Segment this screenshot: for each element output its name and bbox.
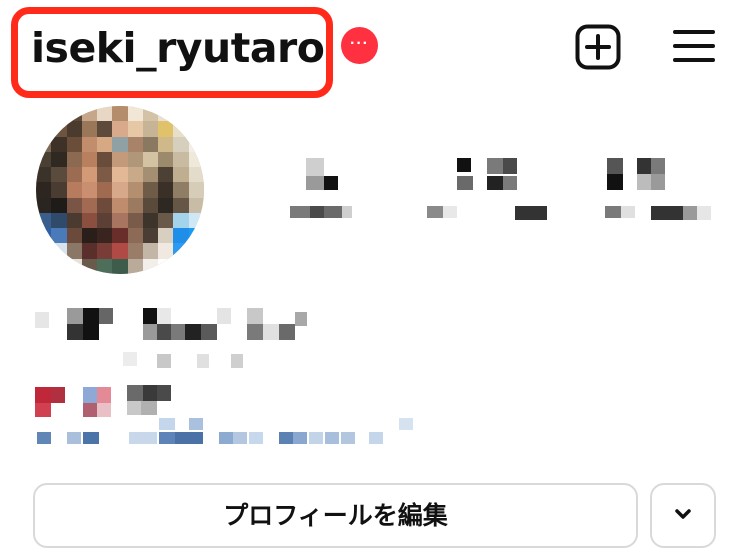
edit-profile-button[interactable]: プロフィールを編集 xyxy=(33,483,638,548)
bio-text xyxy=(35,383,185,417)
stat-followers-count xyxy=(503,158,517,174)
bio-pixel xyxy=(279,324,295,340)
hamburger-menu-icon xyxy=(673,30,715,62)
stat-followers-count xyxy=(487,176,503,190)
bio-pixel xyxy=(157,354,171,368)
stat-posts-count xyxy=(306,158,324,176)
stat-following-label xyxy=(621,206,635,218)
profile-display-name xyxy=(35,308,315,346)
bio-pixel xyxy=(67,324,83,340)
bio-pixel xyxy=(35,387,51,403)
profile-link[interactable] xyxy=(35,418,425,448)
bio-pixel xyxy=(35,403,51,417)
bio-pixel xyxy=(83,324,99,340)
chevron-down-icon xyxy=(675,509,691,519)
link-pixel xyxy=(129,432,157,444)
bio-pixel xyxy=(263,324,279,340)
link-pixel xyxy=(189,418,203,430)
menu-button[interactable] xyxy=(673,26,715,66)
stat-posts-label xyxy=(342,206,352,218)
stat-followers-label xyxy=(443,206,457,218)
stat-posts-count xyxy=(324,176,338,190)
stat-followers-label xyxy=(515,206,547,220)
stat-following-count xyxy=(637,158,651,174)
notification-dots: ··· xyxy=(350,35,369,52)
bio-pixel xyxy=(97,387,111,403)
stat-following-count xyxy=(607,158,623,174)
plus-square-icon xyxy=(575,24,621,70)
bio-pixel xyxy=(123,352,137,366)
link-pixel xyxy=(175,432,203,444)
bio-pixel xyxy=(157,385,171,401)
link-pixel xyxy=(309,432,323,444)
stat-followers-count xyxy=(503,176,517,190)
bio-pixel xyxy=(143,385,157,401)
stat-posts-label xyxy=(290,206,310,218)
stat-followers-count xyxy=(457,158,471,172)
stat-following-label xyxy=(697,206,711,220)
bio-pixel xyxy=(185,324,201,340)
bio-pixel xyxy=(197,354,209,368)
stat-posts-count xyxy=(306,176,324,190)
stat-following-count xyxy=(637,174,651,190)
bio-pixel xyxy=(143,308,157,324)
stat-followers-count xyxy=(487,158,503,174)
stat-following[interactable] xyxy=(605,158,715,223)
stat-posts[interactable] xyxy=(290,158,360,223)
bio-category xyxy=(35,350,295,372)
bio-pixel xyxy=(83,308,99,324)
bio-pixel xyxy=(141,401,157,415)
bio-pixel xyxy=(157,308,171,324)
bio-pixel xyxy=(67,308,83,324)
bio-pixel xyxy=(99,308,113,324)
link-pixel xyxy=(249,432,263,444)
bio-pixel xyxy=(97,403,111,417)
link-pixel xyxy=(279,432,293,444)
stat-following-count xyxy=(607,174,623,190)
link-pixel xyxy=(37,432,51,444)
profile-username[interactable]: iseki_ryutaro xyxy=(31,18,325,78)
stat-following-count xyxy=(651,158,665,174)
link-pixel xyxy=(233,432,247,444)
bio-pixel xyxy=(247,324,263,340)
bio-pixel xyxy=(217,308,231,324)
stat-following-label xyxy=(605,206,621,218)
link-pixel xyxy=(341,432,355,444)
bio-pixel xyxy=(231,354,243,368)
bio-pixel xyxy=(295,312,307,326)
link-pixel xyxy=(67,432,81,444)
create-button[interactable] xyxy=(575,24,621,70)
stat-following-label xyxy=(651,206,683,220)
bio-pixel xyxy=(143,324,157,340)
link-pixel xyxy=(159,418,175,430)
stat-followers-label xyxy=(427,206,443,218)
bio-pixel xyxy=(171,324,185,340)
bio-pixel xyxy=(247,308,263,324)
suggested-accounts-button[interactable] xyxy=(650,483,716,548)
stat-following-count xyxy=(651,174,665,190)
bio-pixel xyxy=(83,403,97,417)
stat-posts-label xyxy=(310,206,324,218)
notification-badge[interactable]: ··· xyxy=(341,27,378,64)
avatar[interactable] xyxy=(36,106,204,274)
bio-pixel xyxy=(127,401,141,415)
link-pixel xyxy=(325,432,339,444)
link-pixel xyxy=(83,432,99,444)
link-pixel xyxy=(159,432,175,444)
bio-pixel xyxy=(201,324,217,340)
bio-pixel xyxy=(83,387,97,403)
link-pixel xyxy=(369,432,383,444)
stat-followers-count xyxy=(457,176,473,190)
bio-pixel xyxy=(51,387,65,403)
stat-posts-label xyxy=(324,206,342,218)
bio-pixel xyxy=(35,312,49,328)
stat-following-label xyxy=(683,206,697,220)
bio-pixel xyxy=(127,385,143,401)
bio-pixel xyxy=(157,324,171,340)
link-pixel xyxy=(219,432,233,444)
link-pixel xyxy=(399,418,413,430)
link-pixel xyxy=(293,432,307,444)
stat-followers[interactable] xyxy=(425,158,555,223)
